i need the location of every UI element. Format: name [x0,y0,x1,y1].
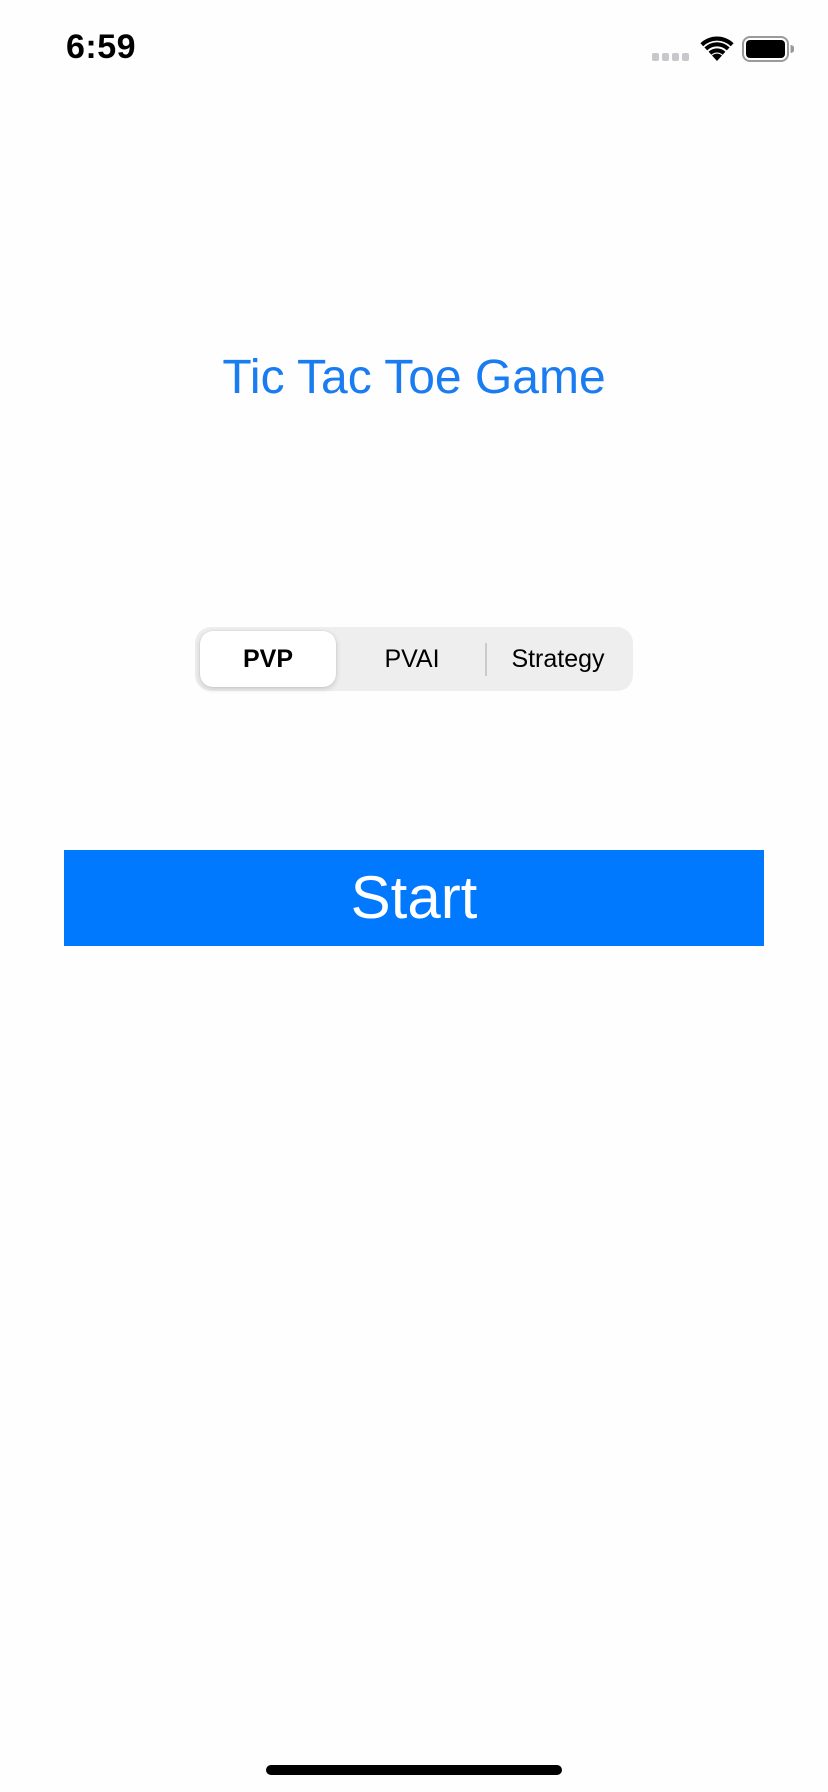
page-title: Tic Tac Toe Game [222,351,606,404]
battery-icon [742,36,794,62]
signal-icon [652,53,689,61]
mode-segmented-control: PVP PVAI Strategy [195,627,633,691]
wifi-icon [700,36,734,61]
start-button[interactable]: Start [64,850,764,946]
status-time: 6:59 [66,28,137,66]
segment-pvai[interactable]: PVAI [340,627,484,691]
status-bar: 6:59 [0,0,828,100]
segment-strategy[interactable]: Strategy [486,627,630,691]
segment-pvp[interactable]: PVP [200,627,336,691]
home-indicator [266,1765,562,1775]
